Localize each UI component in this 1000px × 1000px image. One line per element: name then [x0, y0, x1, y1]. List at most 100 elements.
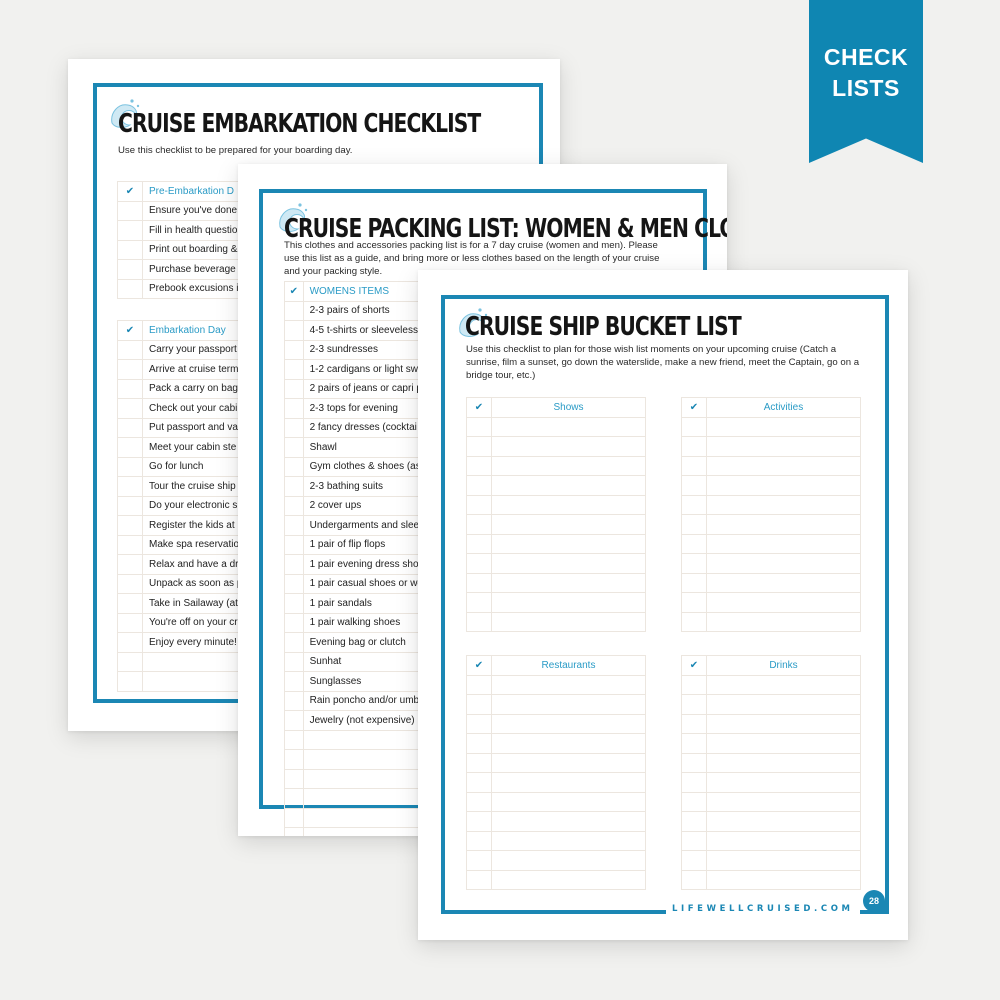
checkbox-cell[interactable]: [284, 768, 304, 789]
checkbox-cell[interactable]: [284, 495, 304, 516]
checkbox-cell[interactable]: [284, 398, 304, 419]
checkbox-cell[interactable]: [117, 671, 143, 692]
checkbox-cell[interactable]: [681, 514, 707, 535]
checkbox-cell[interactable]: [466, 514, 492, 535]
item-label: [142, 671, 247, 692]
checkbox-cell[interactable]: [466, 713, 492, 734]
checkbox-cell[interactable]: [466, 611, 492, 632]
checkbox-cell[interactable]: [117, 339, 143, 360]
checkbox-cell[interactable]: [681, 791, 707, 812]
checkbox-cell[interactable]: [117, 437, 143, 458]
checkbox-cell[interactable]: [466, 694, 492, 715]
checkbox-cell[interactable]: [466, 475, 492, 496]
checkbox-cell[interactable]: [284, 710, 304, 731]
checkbox-cell[interactable]: [284, 671, 304, 692]
checkbox-cell[interactable]: [466, 772, 492, 793]
checkbox-cell[interactable]: [117, 278, 143, 299]
checkbox-cell[interactable]: [466, 791, 492, 812]
checkbox-cell[interactable]: [681, 830, 707, 851]
checkbox-cell[interactable]: [284, 515, 304, 536]
checkbox-cell[interactable]: [681, 694, 707, 715]
checkbox-cell[interactable]: [117, 398, 143, 419]
checkbox-cell[interactable]: [284, 788, 304, 809]
checkbox-cell[interactable]: [466, 572, 492, 593]
checkbox-cell[interactable]: [117, 534, 143, 555]
checkbox-cell[interactable]: [284, 690, 304, 711]
checkbox-cell[interactable]: [466, 494, 492, 515]
checkbox-cell[interactable]: [284, 456, 304, 477]
checkbox-cell[interactable]: [466, 752, 492, 773]
checkbox-cell[interactable]: [117, 651, 143, 672]
checkbox-cell[interactable]: [284, 378, 304, 399]
checkbox-cell[interactable]: [284, 320, 304, 341]
checkbox-cell[interactable]: [681, 611, 707, 632]
table-row: Shawl: [284, 437, 425, 458]
checkbox-cell[interactable]: [681, 752, 707, 773]
checkbox-cell[interactable]: [117, 417, 143, 438]
checkbox-cell[interactable]: [117, 573, 143, 594]
checkbox-cell[interactable]: [284, 632, 304, 653]
checkbox-cell[interactable]: [284, 729, 304, 750]
checkbox-cell[interactable]: [284, 437, 304, 458]
checkbox-cell[interactable]: [117, 554, 143, 575]
checkbox-cell[interactable]: [117, 259, 143, 280]
checkbox-cell[interactable]: [284, 749, 304, 770]
checkbox-cell[interactable]: [117, 456, 143, 477]
checkbox-cell[interactable]: [681, 772, 707, 793]
checkbox-cell[interactable]: [117, 200, 143, 221]
checkbox-cell[interactable]: [681, 674, 707, 695]
checkbox-cell[interactable]: [284, 593, 304, 614]
checkbox-cell[interactable]: [284, 476, 304, 497]
checkbox-cell[interactable]: [117, 220, 143, 241]
checkbox-cell[interactable]: [117, 359, 143, 380]
checkbox-cell[interactable]: [117, 632, 143, 653]
checkbox-cell[interactable]: [117, 239, 143, 260]
checkbox-cell[interactable]: [284, 300, 304, 321]
checkbox-cell[interactable]: [681, 572, 707, 593]
checkbox-cell[interactable]: [284, 807, 304, 828]
checkbox-cell[interactable]: [681, 811, 707, 832]
checkbox-cell[interactable]: [466, 811, 492, 832]
checkbox-cell[interactable]: [117, 476, 143, 497]
checkbox-cell[interactable]: [466, 674, 492, 695]
checkbox-cell[interactable]: [466, 850, 492, 871]
checkbox-cell[interactable]: [681, 869, 707, 890]
checkbox-cell[interactable]: [466, 416, 492, 437]
checkbox-cell[interactable]: [681, 475, 707, 496]
checkbox-cell[interactable]: [284, 573, 304, 594]
checkbox-cell[interactable]: [466, 592, 492, 613]
checkbox-cell[interactable]: [284, 554, 304, 575]
checkbox-cell[interactable]: [117, 495, 143, 516]
item-label: 2-3 bathing suits: [302, 476, 425, 497]
table-row: Gym clothes & shoes (as: [284, 456, 425, 477]
checkbox-cell[interactable]: [284, 827, 304, 836]
checkbox-cell[interactable]: [284, 651, 304, 672]
checkbox-cell[interactable]: [466, 830, 492, 851]
checkbox-cell[interactable]: [466, 733, 492, 754]
checkbox-cell[interactable]: [466, 455, 492, 476]
checkbox-cell[interactable]: [681, 713, 707, 734]
checkbox-cell[interactable]: [117, 593, 143, 614]
checkbox-cell[interactable]: [284, 534, 304, 555]
checkbox-cell[interactable]: [466, 869, 492, 890]
table-row: Do your electronic s: [117, 495, 247, 516]
checkbox-cell[interactable]: [681, 733, 707, 754]
checkbox-cell[interactable]: [466, 436, 492, 457]
checkbox-cell[interactable]: [284, 417, 304, 438]
checkbox-cell[interactable]: [466, 533, 492, 554]
checkbox-cell[interactable]: [117, 515, 143, 536]
checkbox-cell[interactable]: [284, 339, 304, 360]
checkbox-cell[interactable]: [681, 533, 707, 554]
checkbox-cell[interactable]: [681, 416, 707, 437]
checkbox-cell[interactable]: [681, 494, 707, 515]
checkbox-cell[interactable]: [681, 850, 707, 871]
checkbox-cell[interactable]: [681, 592, 707, 613]
checkbox-cell[interactable]: [466, 553, 492, 574]
checkbox-cell[interactable]: [117, 612, 143, 633]
checkbox-cell[interactable]: [117, 378, 143, 399]
checkbox-cell[interactable]: [681, 553, 707, 574]
checkbox-cell[interactable]: [681, 436, 707, 457]
checkbox-cell[interactable]: [284, 612, 304, 633]
checkbox-cell[interactable]: [681, 455, 707, 476]
checkbox-cell[interactable]: [284, 359, 304, 380]
